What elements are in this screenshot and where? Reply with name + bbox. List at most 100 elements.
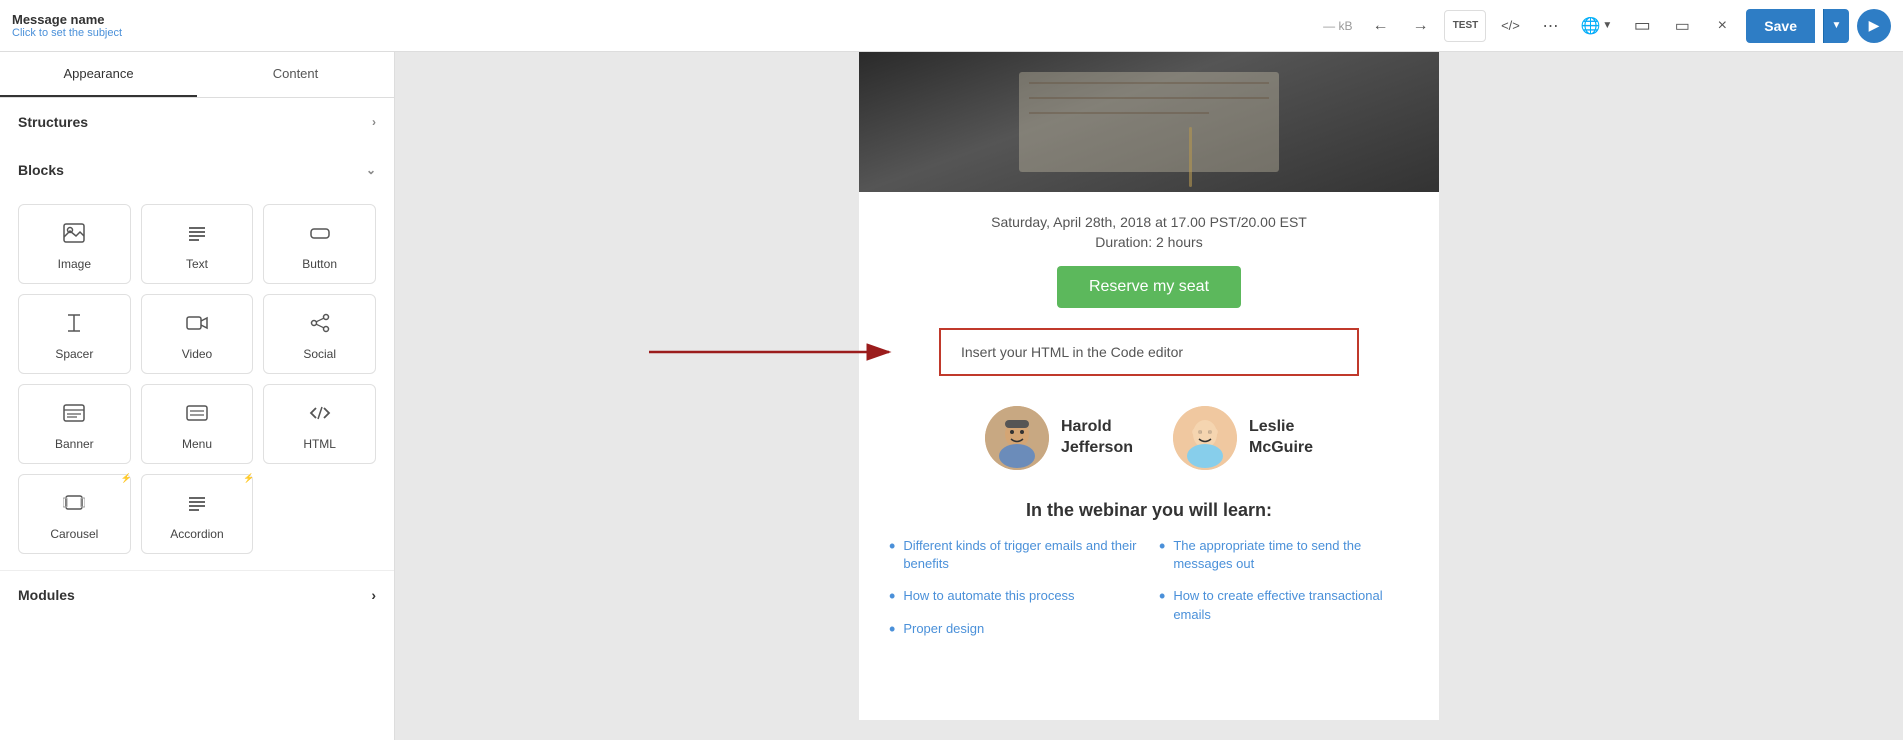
leslie-avatar-svg xyxy=(1173,406,1237,470)
block-text[interactable]: Text xyxy=(141,204,254,284)
learn-text-4: The appropriate time to send the message… xyxy=(1173,537,1409,573)
social-icon xyxy=(309,313,331,339)
message-info: Message name Click to set the subject xyxy=(12,12,1315,39)
text-label: Text xyxy=(186,257,208,271)
menu-icon xyxy=(186,403,208,429)
learn-item-1: • Different kinds of trigger emails and … xyxy=(889,537,1139,573)
main-layout: Appearance Content Structures › Blocks ⌄… xyxy=(0,52,1903,740)
block-image[interactable]: Image xyxy=(18,204,131,284)
subject-placeholder[interactable]: Click to set the subject xyxy=(12,27,1315,39)
learn-item-3: • Proper design xyxy=(889,620,1139,638)
block-carousel[interactable]: ⚡ Carousel xyxy=(18,474,131,554)
language-selector[interactable]: 🌐 ▼ xyxy=(1574,10,1618,42)
video-icon xyxy=(186,313,208,339)
content-area: Saturday, April 28th, 2018 at 17.00 PST/… xyxy=(395,52,1903,740)
block-accordion[interactable]: ⚡ Accordion xyxy=(141,474,254,554)
block-social[interactable]: Social xyxy=(263,294,376,374)
more-options-button[interactable]: ⋯ xyxy=(1534,10,1566,42)
social-label: Social xyxy=(303,347,336,361)
email-preview: Saturday, April 28th, 2018 at 17.00 PST/… xyxy=(859,52,1439,720)
forward-button[interactable]: → xyxy=(1404,10,1436,42)
learn-item-2: • How to automate this process xyxy=(889,587,1139,605)
event-duration: Duration: 2 hours xyxy=(889,234,1409,250)
speakers-row: Harold Jefferson xyxy=(859,386,1439,480)
event-date: Saturday, April 28th, 2018 at 17.00 PST/… xyxy=(889,214,1409,230)
bullet-2: • xyxy=(889,587,895,605)
html-block-wrapper: Insert your HTML in the Code editor xyxy=(859,318,1439,386)
tab-appearance[interactable]: Appearance xyxy=(0,52,197,97)
button-icon xyxy=(309,223,331,249)
block-button[interactable]: Button xyxy=(263,204,376,284)
test-label: TEST xyxy=(1453,20,1479,31)
kb-info: — kB xyxy=(1323,19,1352,33)
modules-label: Modules xyxy=(18,587,75,603)
bullet-5: • xyxy=(1159,587,1165,605)
save-button[interactable]: Save xyxy=(1746,9,1815,43)
spacer-label: Spacer xyxy=(55,347,93,361)
learn-item-5: • How to create effective transactional … xyxy=(1159,587,1409,623)
save-dropdown-button[interactable]: ▼ xyxy=(1823,9,1849,43)
learn-text-1: Different kinds of trigger emails and th… xyxy=(903,537,1139,573)
text-icon xyxy=(186,223,208,249)
tab-content[interactable]: Content xyxy=(197,52,394,97)
top-bar: Message name Click to set the subject — … xyxy=(0,0,1903,52)
button-label: Button xyxy=(302,257,337,271)
bullet-1: • xyxy=(889,537,895,555)
block-html[interactable]: HTML xyxy=(263,384,376,464)
menu-label: Menu xyxy=(182,437,212,451)
learn-col-left: • Different kinds of trigger emails and … xyxy=(889,537,1139,652)
block-menu[interactable]: Menu xyxy=(141,384,254,464)
globe-chevron: ▼ xyxy=(1602,20,1612,31)
speaker-leslie: Leslie McGuire xyxy=(1173,406,1313,470)
image-label: Image xyxy=(58,257,91,271)
html-placeholder: Insert your HTML in the Code editor xyxy=(939,328,1359,376)
duplicate-button[interactable]: ▭ xyxy=(1626,10,1658,42)
accordion-icon xyxy=(186,493,208,519)
message-name: Message name xyxy=(12,12,1315,27)
event-info: Saturday, April 28th, 2018 at 17.00 PST/… xyxy=(859,192,1439,318)
image-icon xyxy=(63,223,85,249)
speaker-harold: Harold Jefferson xyxy=(985,406,1133,470)
avatar-leslie xyxy=(1173,406,1237,470)
learn-cols: • Different kinds of trigger emails and … xyxy=(889,537,1409,652)
modules-chevron: › xyxy=(371,587,376,603)
block-banner[interactable]: Banner xyxy=(18,384,131,464)
leslie-name: Leslie McGuire xyxy=(1249,417,1313,459)
block-video[interactable]: Video xyxy=(141,294,254,374)
spacer-icon xyxy=(63,313,85,339)
carousel-icon xyxy=(63,493,85,519)
banner-label: Banner xyxy=(55,437,94,451)
learn-col-right: • The appropriate time to send the messa… xyxy=(1159,537,1409,652)
bullet-3: • xyxy=(889,620,895,638)
reserve-button[interactable]: Reserve my seat xyxy=(1057,266,1241,308)
learn-title: In the webinar you will learn: xyxy=(889,500,1409,521)
carousel-lightning-badge: ⚡ xyxy=(120,473,131,484)
video-label: Video xyxy=(182,347,212,361)
learn-text-2: How to automate this process xyxy=(903,587,1074,605)
code-editor-button[interactable]: </> xyxy=(1494,10,1526,42)
tab-bar: Appearance Content xyxy=(0,52,394,98)
pointer-arrow xyxy=(619,322,899,382)
html-icon xyxy=(309,403,331,429)
close-button[interactable]: × xyxy=(1706,10,1738,42)
bullet-4: • xyxy=(1159,537,1165,555)
html-label: HTML xyxy=(303,437,336,451)
accordion-label: Accordion xyxy=(170,527,223,541)
sidebar: Appearance Content Structures › Blocks ⌄… xyxy=(0,52,395,740)
carousel-label: Carousel xyxy=(50,527,98,541)
block-spacer[interactable]: Spacer xyxy=(18,294,131,374)
accordion-lightning-badge: ⚡ xyxy=(243,473,254,484)
play-button[interactable]: ▶ xyxy=(1857,9,1891,43)
test-button[interactable]: TEST xyxy=(1444,10,1486,42)
blocks-grid: Image Text Button Spacer xyxy=(0,194,394,570)
blocks-chevron: ⌄ xyxy=(366,163,376,177)
blocks-label: Blocks xyxy=(18,162,64,178)
learn-text-3: Proper design xyxy=(903,620,984,638)
structures-header[interactable]: Structures › xyxy=(0,98,394,146)
harold-name: Harold Jefferson xyxy=(1061,417,1133,459)
back-button[interactable]: ← xyxy=(1364,10,1396,42)
save-dropdown-icon: ▼ xyxy=(1832,20,1842,31)
blocks-header[interactable]: Blocks ⌄ xyxy=(0,146,394,194)
preview-button[interactable]: ▭ xyxy=(1666,10,1698,42)
modules-header[interactable]: Modules › xyxy=(0,570,394,619)
